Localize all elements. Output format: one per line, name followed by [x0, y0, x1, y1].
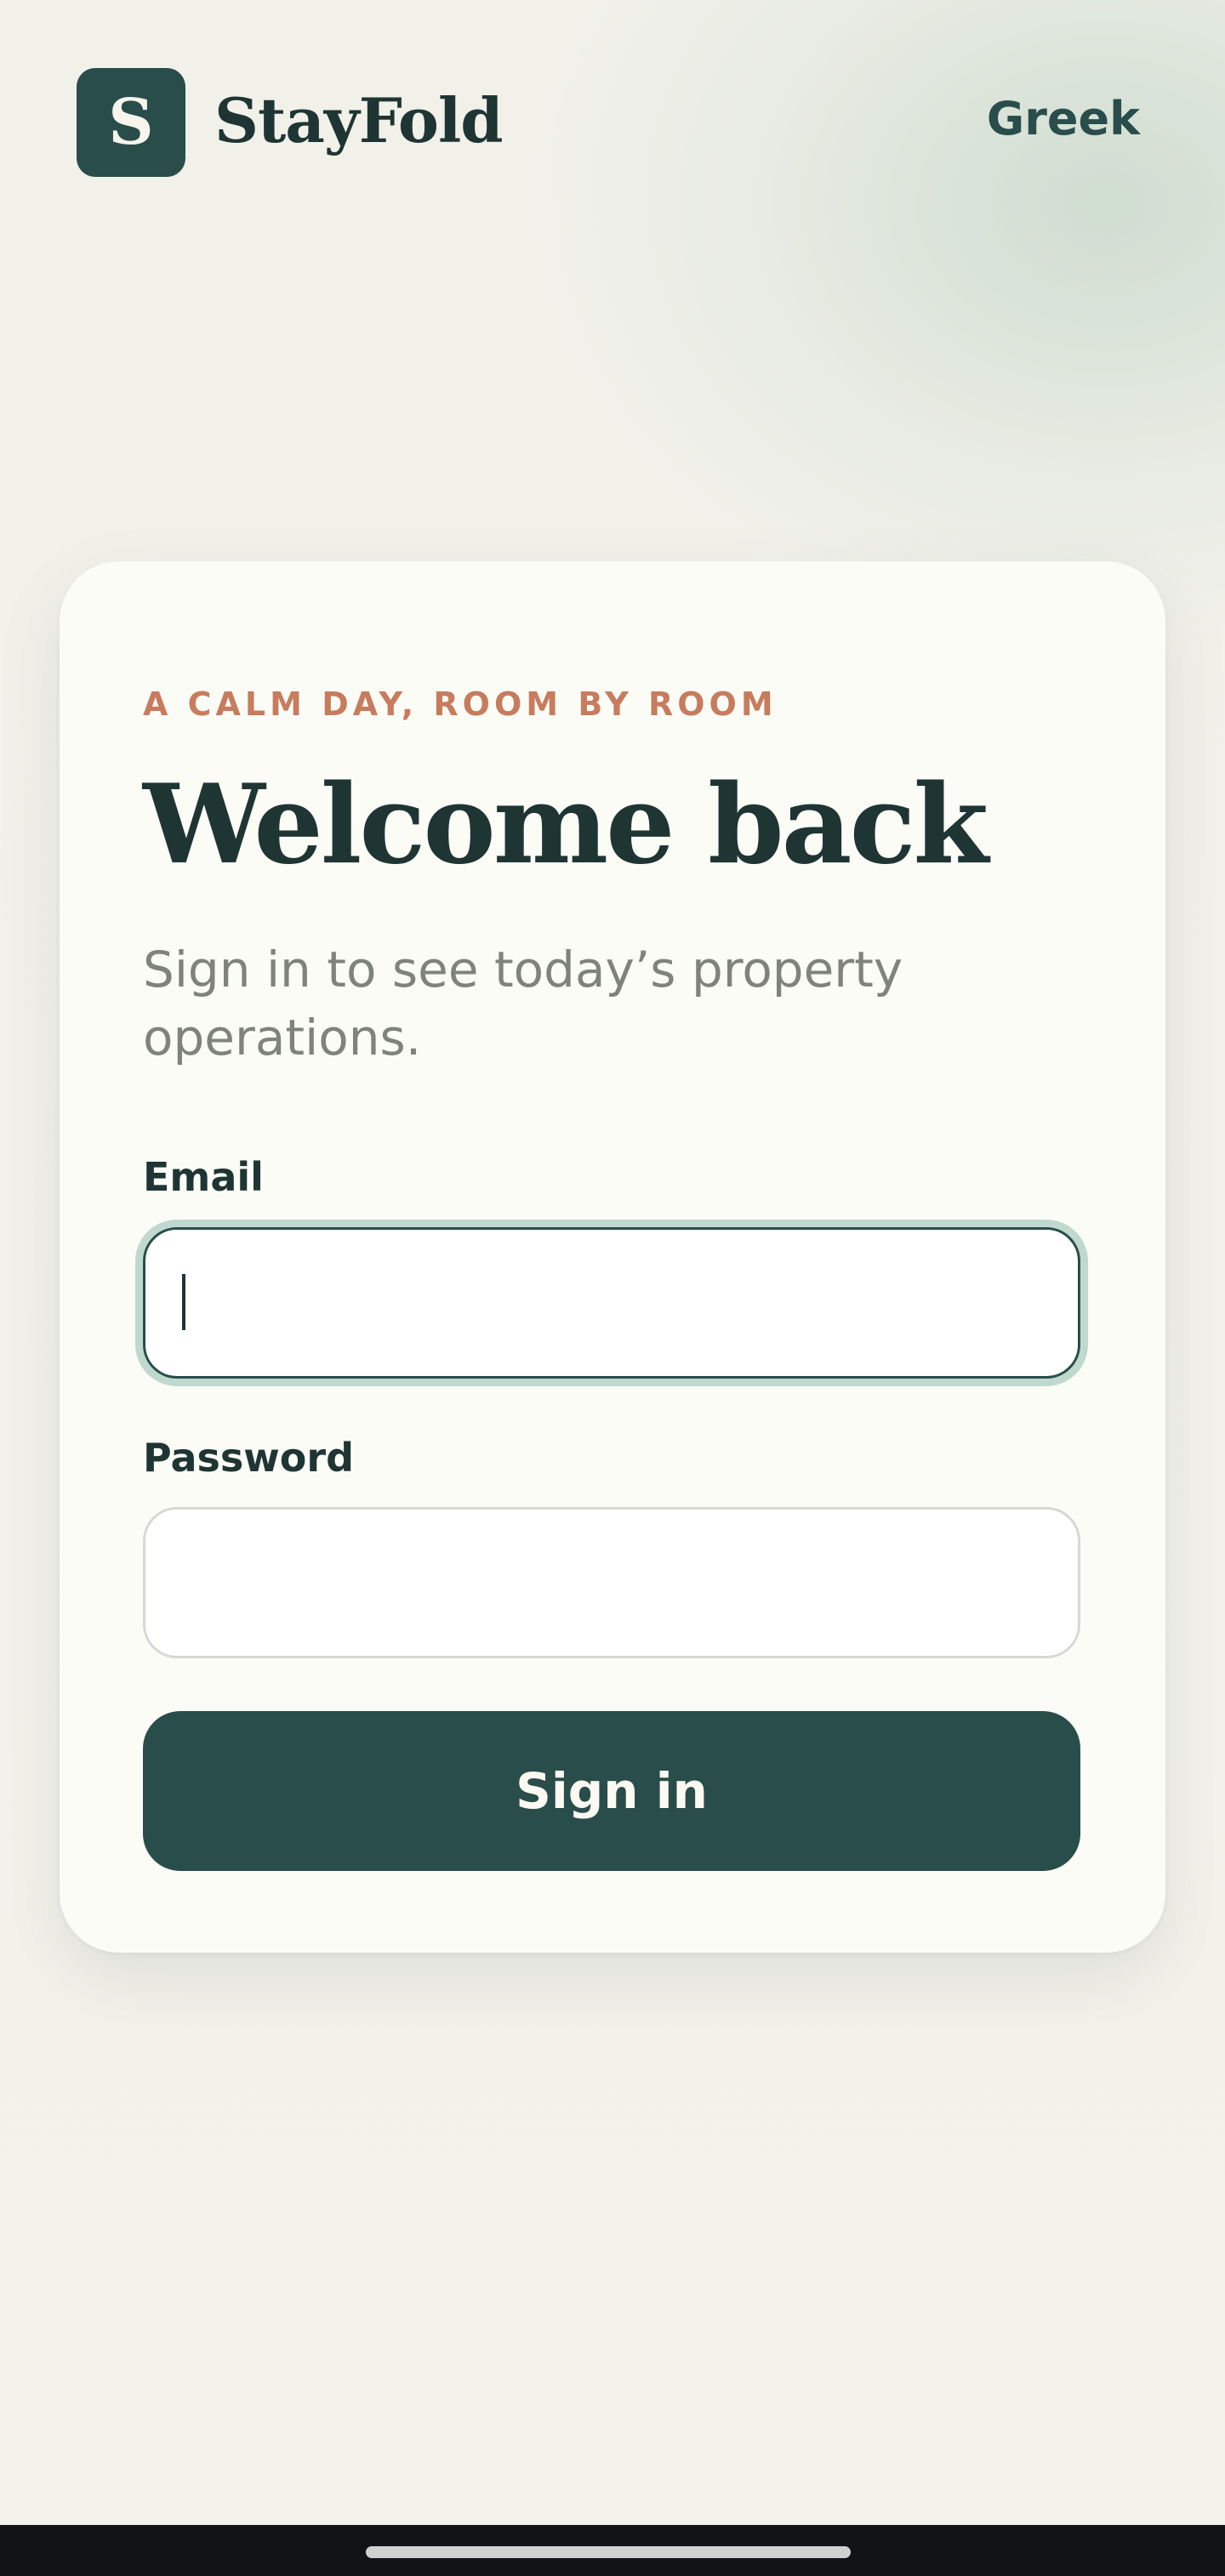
email-field[interactable] — [143, 1227, 1080, 1379]
language-switcher[interactable]: Greek — [987, 85, 1140, 153]
password-field[interactable] — [143, 1507, 1080, 1658]
login-subtitle: Sign in to see today’s property operatio… — [143, 941, 903, 1066]
brand-name: StayFold — [214, 84, 504, 156]
password-label: Password — [143, 1435, 354, 1481]
page-title: Welcome back — [143, 761, 989, 889]
app-header: S StayFold Greek — [0, 0, 1225, 238]
sign-in-button[interactable]: Sign in — [143, 1711, 1080, 1871]
brand-logo-icon: S — [77, 68, 185, 177]
text-caret — [182, 1274, 185, 1330]
email-label: Email — [143, 1154, 264, 1200]
login-eyebrow: A CALM DAY, ROOM BY ROOM — [143, 685, 778, 723]
home-indicator[interactable] — [366, 2546, 851, 2558]
